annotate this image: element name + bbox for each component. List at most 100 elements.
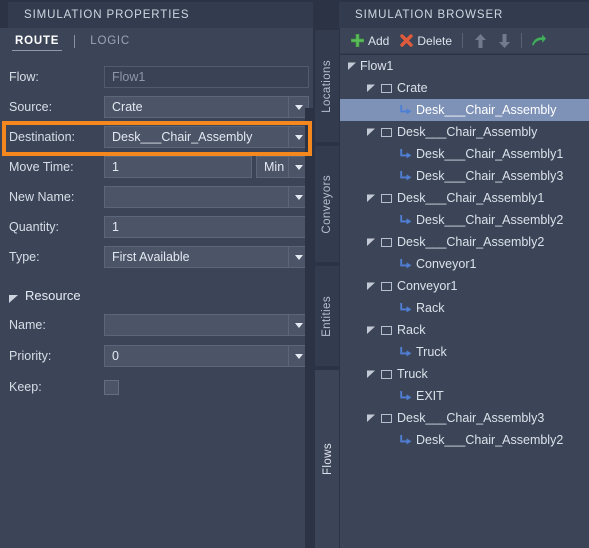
expander-collapse-icon[interactable] bbox=[364, 326, 377, 334]
properties-titlebar: SIMULATION PROPERTIES bbox=[0, 0, 313, 28]
location-square-icon bbox=[377, 281, 395, 291]
tree-node-label: Desk___Chair_Assembly1 bbox=[397, 191, 545, 205]
tree-node-label: Rack bbox=[416, 301, 445, 315]
tree-row[interactable]: Conveyor1 bbox=[339, 253, 589, 275]
move-down-button[interactable] bbox=[492, 30, 516, 52]
delete-button[interactable]: Delete bbox=[394, 30, 457, 52]
plus-icon bbox=[350, 34, 364, 48]
vtab-flows[interactable]: Flows bbox=[315, 370, 340, 548]
simulation-browser-tree[interactable]: Flow1 Crate Desk___Chair_Assembly Desk___Ch… bbox=[339, 55, 589, 548]
tree-row[interactable]: Desk___Chair_Assembly1 bbox=[339, 187, 589, 209]
expander-collapse-icon[interactable] bbox=[364, 238, 377, 246]
tree-node-label: Desk___Chair_Assembly3 bbox=[397, 411, 545, 425]
location-square-icon bbox=[377, 325, 395, 335]
vtab-entities[interactable]: Entities bbox=[315, 266, 339, 366]
add-button[interactable]: Add bbox=[345, 30, 394, 52]
simulation-browser-panel: SIMULATION BROWSER Add Delete Flow1 Crat… bbox=[339, 0, 589, 548]
form-row-new-name: New Name: bbox=[0, 182, 313, 212]
location-square-icon bbox=[377, 237, 395, 247]
label-destination: Destination: bbox=[9, 130, 76, 144]
properties-title-tab[interactable]: SIMULATION PROPERTIES bbox=[8, 2, 313, 28]
tree-row[interactable]: Conveyor1 bbox=[339, 275, 589, 297]
tree-row[interactable]: Rack bbox=[339, 319, 589, 341]
properties-panel-title: SIMULATION PROPERTIES bbox=[24, 9, 190, 21]
tree-row[interactable]: Desk___Chair_Assembly2 bbox=[339, 231, 589, 253]
expander-collapse-icon[interactable] bbox=[364, 414, 377, 422]
expander-collapse-icon[interactable] bbox=[345, 62, 358, 70]
tree-row[interactable]: Crate bbox=[339, 77, 589, 99]
resource-priority-dropdown[interactable]: 0 bbox=[104, 345, 309, 367]
move-time-unit-dropdown[interactable]: Min bbox=[256, 156, 309, 178]
keep-checkbox[interactable] bbox=[104, 379, 119, 395]
destination-dropdown[interactable]: Desk___Chair_Assembly bbox=[104, 126, 309, 148]
location-square-icon bbox=[377, 413, 395, 423]
type-dropdown[interactable]: First Available bbox=[104, 246, 309, 268]
form-row-move-time: Move Time: 1 Min bbox=[0, 152, 313, 182]
tree-row[interactable]: EXIT bbox=[339, 385, 589, 407]
tree-row[interactable]: Desk___Chair_Assembly2 bbox=[339, 209, 589, 231]
toolbar-separator bbox=[521, 33, 523, 48]
location-square-icon bbox=[377, 193, 395, 203]
new-name-dropdown[interactable] bbox=[104, 186, 309, 208]
tree-row[interactable]: Desk___Chair_Assembly3 bbox=[339, 407, 589, 429]
browser-left-divider bbox=[339, 28, 340, 548]
expander-collapse-icon[interactable] bbox=[364, 128, 377, 136]
tree-row[interactable]: Truck bbox=[339, 363, 589, 385]
tree-row[interactable]: Rack bbox=[339, 297, 589, 319]
form-row-resource-keep: Keep: bbox=[0, 372, 313, 402]
resource-name-dropdown[interactable] bbox=[104, 314, 309, 336]
vtab-conveyors-label: Conveyors bbox=[321, 174, 333, 234]
expander-collapse-icon[interactable] bbox=[364, 194, 377, 202]
move-time-input[interactable]: 1 bbox=[104, 156, 252, 178]
quantity-input[interactable]: 1 bbox=[104, 216, 309, 238]
route-arrow-icon bbox=[396, 346, 414, 359]
source-dropdown[interactable]: Crate bbox=[104, 96, 309, 118]
properties-panel-edge bbox=[305, 108, 313, 548]
resource-section-header[interactable]: Resource bbox=[9, 288, 81, 303]
tree-row[interactable]: Desk___Chair_Assembly3 bbox=[339, 165, 589, 187]
arrow-down-icon bbox=[497, 33, 511, 48]
location-square-icon bbox=[377, 83, 395, 93]
goto-button[interactable] bbox=[527, 30, 551, 52]
route-arrow-icon bbox=[396, 302, 414, 315]
form-row-resource-priority: Priority: 0 bbox=[0, 341, 313, 371]
tree-node-label: Crate bbox=[397, 81, 428, 95]
collapse-triangle-icon[interactable] bbox=[9, 291, 18, 303]
tree-row[interactable]: Desk___Chair_Assembly2 bbox=[339, 429, 589, 451]
route-arrow-icon bbox=[396, 104, 414, 117]
expander-collapse-icon[interactable] bbox=[364, 282, 377, 290]
cross-icon bbox=[399, 34, 413, 48]
location-square-icon bbox=[377, 127, 395, 137]
tree-node-label: Conveyor1 bbox=[397, 279, 458, 293]
tree-row[interactable]: Desk___Chair_Assembly1 bbox=[339, 143, 589, 165]
properties-tab-strip: ROUTE LOGIC bbox=[0, 28, 313, 54]
destination-value: Desk___Chair_Assembly bbox=[112, 130, 253, 144]
vtab-conveyors[interactable]: Conveyors bbox=[315, 146, 339, 262]
tab-separator bbox=[74, 34, 76, 48]
vtab-locations[interactable]: Locations bbox=[315, 30, 339, 142]
expander-collapse-icon[interactable] bbox=[364, 370, 377, 378]
form-row-type: Type: First Available bbox=[0, 242, 313, 272]
vtab-flows-label: Flows bbox=[321, 442, 334, 476]
move-up-button[interactable] bbox=[468, 30, 492, 52]
browser-title-tab[interactable]: SIMULATION BROWSER bbox=[339, 2, 589, 28]
simulation-properties-panel: SIMULATION PROPERTIES ROUTE LOGIC Flow: … bbox=[0, 0, 313, 548]
tree-node-label: EXIT bbox=[416, 389, 444, 403]
tree-row[interactable]: Desk___Chair_Assembly bbox=[339, 121, 589, 143]
move-time-unit-value: Min bbox=[264, 160, 285, 174]
application-window: SIMULATION PROPERTIES ROUTE LOGIC Flow: … bbox=[0, 0, 589, 548]
tree-row[interactable]: Desk___Chair_Assembly bbox=[339, 99, 589, 121]
tree-node-label: Desk___Chair_Assembly2 bbox=[416, 433, 564, 447]
add-button-label: Add bbox=[368, 33, 390, 48]
vtab-entities-label: Entities bbox=[321, 295, 333, 337]
tab-route[interactable]: ROUTE bbox=[8, 28, 66, 54]
tab-logic[interactable]: LOGIC bbox=[83, 28, 137, 54]
arrow-right-curved-icon bbox=[532, 34, 547, 48]
route-arrow-icon bbox=[396, 170, 414, 183]
tree-row[interactable]: Flow1 bbox=[339, 55, 589, 77]
tree-row[interactable]: Truck bbox=[339, 341, 589, 363]
expander-collapse-icon[interactable] bbox=[364, 84, 377, 92]
form-row-destination: Destination: Desk___Chair_Assembly bbox=[0, 122, 313, 152]
tree-node-label: Desk___Chair_Assembly2 bbox=[416, 213, 564, 227]
label-quantity: Quantity: bbox=[9, 220, 60, 234]
